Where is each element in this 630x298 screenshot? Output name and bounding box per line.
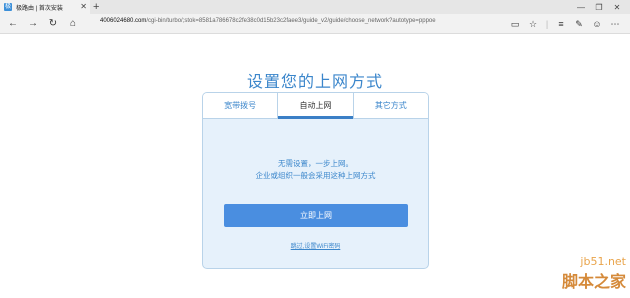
description-line-2: 企业或组织一般会采用这种上网方式	[255, 171, 376, 180]
reading-view-icon[interactable]: ▭	[506, 19, 524, 30]
browser-tab-strip: 极 极路由 | 首次安装 ✕ + — ❐ ✕	[0, 0, 630, 14]
maximize-icon[interactable]: ❐	[590, 3, 608, 12]
hub-icon[interactable]: ≡	[552, 19, 570, 29]
connect-now-button[interactable]: 立即上网	[224, 204, 408, 227]
watermark-url: jb51.net	[580, 255, 626, 268]
home-icon[interactable]: ⌂	[63, 18, 83, 29]
tab-dhcp[interactable]: 自动上网	[277, 93, 353, 119]
browser-toolbar: ← → ↻ ⌂ 4006024680.com/cgi-bin/turbo/;st…	[0, 14, 630, 34]
close-window-icon[interactable]: ✕	[608, 3, 626, 12]
address-host: 4006024680.com	[100, 18, 147, 24]
tab-pppoe[interactable]: 宽带拨号	[203, 93, 277, 118]
more-icon[interactable]: ⋯	[606, 19, 624, 30]
network-type-tabs: 宽带拨号 自动上网 其它方式	[203, 93, 428, 119]
page-title: 设置您的上网方式	[246, 74, 383, 91]
network-setup-panel: 宽带拨号 自动上网 其它方式 无需设置，一步上网。 企业或组织一般会采用这种上网…	[202, 92, 429, 269]
watermark-logo-text: 脚本之家	[561, 274, 626, 291]
window-controls: — ❐ ✕	[572, 0, 626, 14]
toolbar-divider: |	[545, 19, 549, 29]
tab-title: 极路由 | 首次安装	[16, 5, 63, 12]
browser-tab[interactable]: 极 极路由 | 首次安装 ✕	[0, 0, 90, 14]
toolbar-right: ▭ ☆ | ≡ ✎ ☺ ⋯	[506, 14, 624, 34]
new-tab-icon[interactable]: +	[93, 0, 99, 14]
address-path: /cgi-bin/turbo/;stok=8581a786678c2fe38c0…	[146, 18, 436, 24]
minimize-icon[interactable]: —	[572, 3, 590, 12]
skip-set-wifi-link[interactable]: 跳过,设置WiFi密码	[203, 241, 428, 250]
back-icon[interactable]: ←	[3, 18, 23, 29]
forward-icon[interactable]: →	[23, 18, 43, 29]
description-line-1: 无需设置，一步上网。	[278, 159, 353, 168]
tab-other[interactable]: 其它方式	[352, 93, 428, 118]
address-bar[interactable]: 4006024680.com/cgi-bin/turbo/;stok=8581a…	[100, 18, 436, 24]
refresh-icon[interactable]: ↻	[43, 18, 63, 29]
close-tab-icon[interactable]: ✕	[80, 2, 87, 12]
web-note-icon[interactable]: ✎	[570, 19, 588, 30]
router-favicon-icon: 极	[4, 3, 12, 11]
favorite-star-icon[interactable]: ☆	[524, 19, 542, 30]
share-feedback-icon[interactable]: ☺	[588, 19, 606, 29]
